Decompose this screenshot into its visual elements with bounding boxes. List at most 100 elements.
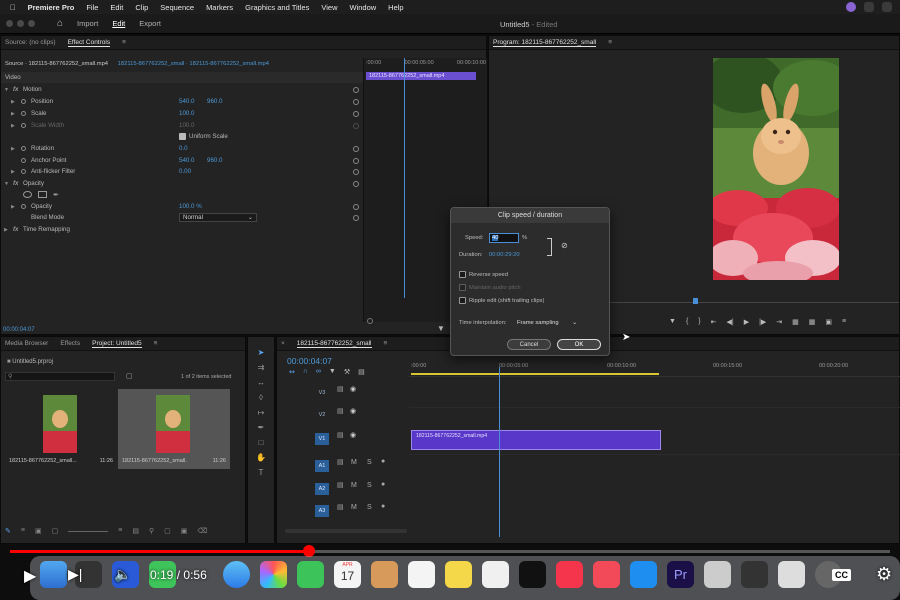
siri-icon[interactable] <box>882 2 892 12</box>
program-ruler[interactable] <box>609 302 899 303</box>
extract-icon[interactable]: ▦ <box>809 318 816 326</box>
cancel-button[interactable]: Cancel <box>507 339 551 350</box>
timeline-clip-v1[interactable]: 182115-867762252_small.mp4 <box>411 430 661 450</box>
close-icon[interactable]: × <box>281 340 285 347</box>
program-playhead[interactable] <box>693 298 698 304</box>
stopwatch-icon[interactable] <box>21 146 26 151</box>
position-y[interactable]: 960.0 <box>207 98 222 105</box>
play-icon[interactable]: ▶ <box>24 566 36 586</box>
tab-program[interactable]: Program: 182115-867762252_small <box>493 39 597 47</box>
zoom-slider[interactable] <box>68 527 109 532</box>
menu-graphics[interactable]: Graphics and Titles <box>245 3 309 12</box>
pen-icon[interactable]: ✒ <box>255 422 267 434</box>
menu-view[interactable]: View <box>321 3 337 12</box>
premiere-icon[interactable]: Pr <box>667 561 694 588</box>
timeline-tracks-area[interactable]: :00:00 00:00:05:00 00:00:10:00 00:00:15:… <box>409 357 900 537</box>
icon-view-icon[interactable]: ▣ <box>35 527 42 535</box>
link-icon[interactable]: ⊘ <box>561 241 568 250</box>
menu-help[interactable]: Help <box>388 3 403 12</box>
timeline-playhead[interactable] <box>499 367 500 537</box>
find-icon[interactable]: ⚲ <box>149 527 154 535</box>
stopwatch-icon[interactable] <box>21 169 26 174</box>
zoom-handle[interactable] <box>367 318 373 324</box>
messages-icon[interactable] <box>149 561 176 588</box>
home-icon[interactable]: ⌂ <box>57 18 63 29</box>
ripple-edit-checkbox[interactable] <box>459 297 466 304</box>
volume-icon[interactable]: 🔈 <box>114 566 131 583</box>
trash-icon[interactable]: ⌫ <box>197 527 207 535</box>
uniform-scale-checkbox[interactable] <box>179 133 186 140</box>
opacity-value[interactable]: 100.0 % <box>179 203 202 210</box>
menu-edit[interactable]: Edit <box>110 3 123 12</box>
ec-playhead[interactable] <box>404 58 405 298</box>
tab-edit[interactable]: Edit <box>112 19 125 28</box>
photos-icon[interactable] <box>260 561 287 588</box>
reset-icon[interactable] <box>353 180 359 187</box>
track-v1[interactable]: V1 ▤ ◉ <box>313 428 409 450</box>
news-icon[interactable] <box>593 561 620 588</box>
timeline-scrollbar[interactable] <box>285 529 407 533</box>
rect-mask-icon[interactable] <box>38 191 47 198</box>
ec-time-remap-row[interactable]: ▶ fx Time Remapping <box>1 224 363 235</box>
ok-button[interactable]: OK <box>557 339 601 350</box>
stopwatch-icon[interactable] <box>21 158 26 163</box>
list-view-icon[interactable]: ≡ <box>21 527 25 535</box>
next-icon[interactable]: ▶| <box>68 566 82 583</box>
timeline-timecode[interactable]: 00:00:04:07 <box>287 356 332 366</box>
reset-icon[interactable] <box>353 86 359 93</box>
quicktime-icon[interactable] <box>741 561 768 588</box>
duration-value[interactable]: 00:00:29:20 <box>489 252 520 258</box>
speed-input[interactable]: 40 <box>489 233 519 243</box>
reset-icon[interactable] <box>353 145 359 152</box>
tab-export[interactable]: Export <box>139 19 161 28</box>
tab-import[interactable]: Import <box>77 19 98 28</box>
type-icon[interactable]: T <box>255 467 267 479</box>
track-v2[interactable]: V2 ▤ ◉ <box>313 404 409 426</box>
lift-icon[interactable]: ▦ <box>792 318 799 326</box>
new-bin-icon[interactable]: ▢ <box>126 372 133 380</box>
stopwatch-icon[interactable] <box>21 123 26 128</box>
stopwatch-icon[interactable] <box>21 99 26 104</box>
selection-tool-icon[interactable]: ➤ <box>255 347 267 359</box>
track-select-icon[interactable]: ⇉ <box>255 362 267 374</box>
reset-icon[interactable] <box>353 98 359 105</box>
nest-icon[interactable]: ↭ <box>289 368 295 376</box>
captions-icon[interactable]: ▤ <box>358 368 365 376</box>
rotation-value[interactable]: 0.0 <box>179 145 188 152</box>
ripple-edit-icon[interactable]: ↔ <box>255 377 267 389</box>
ellipse-mask-icon[interactable] <box>23 191 32 198</box>
project-item-1[interactable]: 182115-867762252_small... 11:26 <box>5 389 117 469</box>
settings-gear-icon[interactable]: ⚙ <box>876 564 892 585</box>
camera-icon[interactable]: ▣ <box>825 318 832 326</box>
menu-window[interactable]: Window <box>349 3 376 12</box>
panel-menu-icon[interactable]: ≡ <box>122 39 126 46</box>
position-x[interactable]: 540.0 <box>179 98 194 105</box>
snap-icon[interactable]: ∩ <box>303 368 308 376</box>
go-to-in-icon[interactable]: ⇤ <box>711 318 717 326</box>
tab-project[interactable]: Project: Untitled5 <box>92 340 142 348</box>
interp-select[interactable]: Frame sampling ⌄ <box>515 318 579 328</box>
reset-icon[interactable] <box>353 214 359 221</box>
tab-effects[interactable]: Effects <box>60 340 80 347</box>
notes-icon[interactable] <box>445 561 472 588</box>
reset-icon[interactable] <box>353 157 359 164</box>
wrench-icon[interactable]: ⚒ <box>344 368 350 376</box>
pen-mask-icon[interactable]: ✒ <box>53 191 59 199</box>
freeform-icon[interactable] <box>482 561 509 588</box>
app-store-icon[interactable] <box>630 561 657 588</box>
panel-menu-icon[interactable]: ≡ <box>384 340 388 347</box>
project-item-2[interactable]: 182115-867762252_small. 11:26 <box>118 389 230 469</box>
facetime-icon[interactable] <box>297 561 324 588</box>
razor-icon[interactable]: ◊ <box>255 392 267 404</box>
reset-icon[interactable] <box>353 203 359 210</box>
menu-markers[interactable]: Markers <box>206 3 233 12</box>
menu-sequence[interactable]: Sequence <box>160 3 194 12</box>
tv-icon[interactable] <box>519 561 546 588</box>
anchor-y[interactable]: 960.0 <box>207 157 222 164</box>
track-a2[interactable]: A2 ▤ M S ● <box>313 478 409 500</box>
project-search-input[interactable]: ⚲ <box>5 372 115 381</box>
ec-timecode[interactable]: 00:00:04:07 <box>3 327 35 333</box>
reminders-icon[interactable] <box>408 561 435 588</box>
blend-mode-select[interactable]: Normal ⌄ <box>179 213 257 222</box>
track-a1[interactable]: A1 ▤ M S ● <box>313 455 409 477</box>
